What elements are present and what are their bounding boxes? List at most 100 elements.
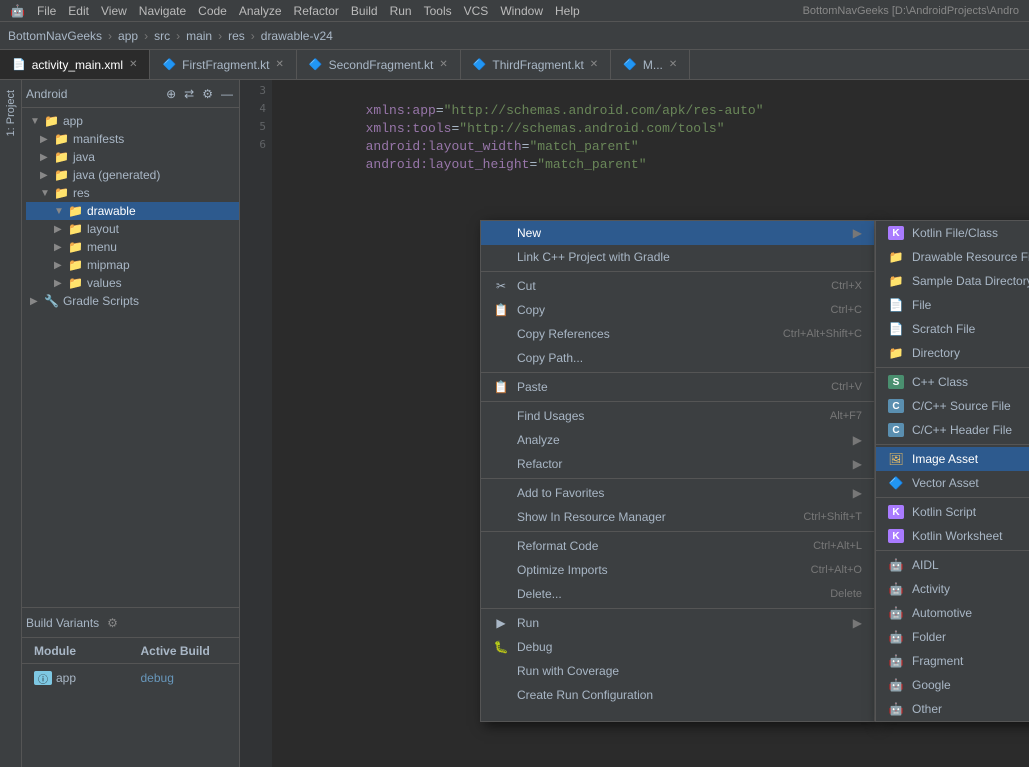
submenu-sample-data[interactable]: 📁 Sample Data Directory xyxy=(876,269,1029,293)
tree-item-app[interactable]: ▼ 📁 app xyxy=(26,112,239,130)
menu-item-find-usages[interactable]: Find Usages Alt+F7 xyxy=(481,404,874,428)
menu-item-debug[interactable]: 🐛 Debug xyxy=(481,635,874,659)
external-link-icon[interactable]: ⊕ xyxy=(164,85,178,103)
submenu-cpp-class[interactable]: S C++ Class xyxy=(876,370,1029,394)
submenu-other[interactable]: 🤖 Other xyxy=(876,697,1029,721)
menu-item-refactor[interactable]: Refactor ▶ xyxy=(481,452,874,476)
menu-item-add-favorites[interactable]: Add to Favorites ▶ xyxy=(481,481,874,505)
submenu-kotlin-file-label: Kotlin File/Class xyxy=(912,226,1029,240)
submenu-activity[interactable]: 🤖 Activity ▶ xyxy=(876,577,1029,601)
tree-item-java[interactable]: ▶ 📁 java xyxy=(26,148,239,166)
tab-close-3[interactable]: ✕ xyxy=(590,59,598,70)
project-tree: ▼ 📁 app ▶ 📁 manifests ▶ 📁 java ▶ 📁 java … xyxy=(0,108,239,607)
submenu-kotlin-worksheet[interactable]: K Kotlin Worksheet xyxy=(876,524,1029,548)
tab-more[interactable]: 🔷 M... ✕ xyxy=(611,50,690,79)
menu-tools[interactable]: Tools xyxy=(418,0,458,21)
submenu-scratch-file[interactable]: 📄 Scratch File Ctrl+Alt+Shift+Insert xyxy=(876,317,1029,341)
menu-vcs[interactable]: VCS xyxy=(458,0,495,21)
tab-first-fragment[interactable]: 🔷 FirstFragment.kt ✕ xyxy=(150,50,296,79)
submenu-cpp-header[interactable]: C C/C++ Header File xyxy=(876,418,1029,442)
sync-icon[interactable]: ⇄ xyxy=(182,85,196,103)
main-area: 1: Project Android ⊕ ⇄ ⚙ — ▼ 📁 app ▶ 📁 m… xyxy=(0,80,1029,767)
submenu-drawable-res[interactable]: 📁 Drawable Resource File xyxy=(876,245,1029,269)
tab-close-4[interactable]: ✕ xyxy=(669,59,677,70)
tree-item-manifests[interactable]: ▶ 📁 manifests xyxy=(26,130,239,148)
breadcrumb-item-0[interactable]: BottomNavGeeks xyxy=(8,29,102,43)
menu-item-reformat[interactable]: Reformat Code Ctrl+Alt+L xyxy=(481,534,874,558)
tree-item-layout[interactable]: ▶ 📁 layout xyxy=(26,220,239,238)
breadcrumb-sep-0: › xyxy=(108,29,112,43)
menu-refactor[interactable]: Refactor xyxy=(288,0,345,21)
breadcrumb-item-5[interactable]: drawable-v24 xyxy=(261,29,333,43)
breadcrumb-item-4[interactable]: res xyxy=(228,29,245,43)
breadcrumb-item-2[interactable]: src xyxy=(154,29,170,43)
menu-item-run[interactable]: ▶ Run ▶ xyxy=(481,611,874,635)
tree-item-drawable[interactable]: ▼ 📁 drawable xyxy=(26,202,239,220)
tree-item-res[interactable]: ▼ 📁 res xyxy=(26,184,239,202)
tree-item-gradle[interactable]: ▶ 🔧 Gradle Scripts xyxy=(26,292,239,310)
submenu-image-asset[interactable]: 🖼 Image Asset xyxy=(876,447,1029,471)
breadcrumb-item-3[interactable]: main xyxy=(186,29,212,43)
menu-help[interactable]: Help xyxy=(549,0,586,21)
submenu-google[interactable]: 🤖 Google ▶ xyxy=(876,673,1029,697)
submenu-cpp-source[interactable]: C C/C++ Source File xyxy=(876,394,1029,418)
menu-item-show-resource-mgr[interactable]: Show In Resource Manager Ctrl+Shift+T xyxy=(481,505,874,529)
menu-item-analyze-label: Analyze xyxy=(517,433,845,447)
menu-file[interactable]: File xyxy=(31,0,62,21)
menu-view[interactable]: View xyxy=(95,0,133,21)
tab-close-2[interactable]: ✕ xyxy=(439,59,447,70)
menu-build[interactable]: Build xyxy=(345,0,384,21)
menu-run[interactable]: Run xyxy=(384,0,418,21)
menu-analyze[interactable]: Analyze xyxy=(233,0,288,21)
menu-item-delete[interactable]: Delete... Delete xyxy=(481,582,874,606)
menu-item-link-cpp[interactable]: Link C++ Project with Gradle xyxy=(481,245,874,269)
menu-code[interactable]: Code xyxy=(192,0,233,21)
submenu-fragment[interactable]: 🤖 Fragment ▶ xyxy=(876,649,1029,673)
submenu-file[interactable]: 📄 File xyxy=(876,293,1029,317)
menu-item-create-run-config[interactable]: Create Run Configuration xyxy=(481,683,874,707)
folder-submenu-icon: 🤖 xyxy=(888,629,904,645)
menu-item-analyze[interactable]: Analyze ▶ xyxy=(481,428,874,452)
tree-item-mipmap[interactable]: ▶ 📁 mipmap xyxy=(26,256,239,274)
settings-icon[interactable]: ⚙ xyxy=(200,85,215,103)
submenu-folder[interactable]: 🤖 Folder ▶ xyxy=(876,625,1029,649)
tree-arrow-app: ▼ xyxy=(30,116,40,127)
bv-cell-build-0[interactable]: debug xyxy=(133,671,240,685)
menu-item-run-coverage[interactable]: Run with Coverage xyxy=(481,659,874,683)
menu-window[interactable]: Window xyxy=(494,0,549,21)
tab-second-fragment[interactable]: 🔷 SecondFragment.kt ✕ xyxy=(297,50,461,79)
refactor-icon xyxy=(493,456,509,472)
submenu-kotlin-script[interactable]: K Kotlin Script xyxy=(876,500,1029,524)
menu-item-new[interactable]: New ▶ xyxy=(481,221,874,245)
tab-close-0[interactable]: ✕ xyxy=(129,59,137,70)
tree-item-java-generated[interactable]: ▶ 📁 java (generated) xyxy=(26,166,239,184)
submenu-automotive[interactable]: 🤖 Automotive ▶ xyxy=(876,601,1029,625)
breadcrumb-sep-3: › xyxy=(218,29,222,43)
collapse-icon[interactable]: — xyxy=(219,85,235,103)
menu-item-paste[interactable]: 📋 Paste Ctrl+V xyxy=(481,375,874,399)
tab-third-fragment[interactable]: 🔷 ThirdFragment.kt ✕ xyxy=(461,50,611,79)
tab-activity-main[interactable]: 📄 activity_main.xml ✕ xyxy=(0,50,150,79)
breadcrumb-item-1[interactable]: app xyxy=(118,29,138,43)
submenu-aidl[interactable]: 🤖 AIDL ▶ xyxy=(876,553,1029,577)
side-tab-project[interactable]: 1: Project xyxy=(2,84,20,142)
menu-navigate[interactable]: Navigate xyxy=(133,0,192,21)
submenu-kotlin-file[interactable]: K Kotlin File/Class xyxy=(876,221,1029,245)
editor-content[interactable]: xmlns:app="http://schemas.android.com/ap… xyxy=(272,84,1029,156)
menu-item-copy[interactable]: 📋 Copy Ctrl+C xyxy=(481,298,874,322)
menu-item-cut[interactable]: ✂ Cut Ctrl+X xyxy=(481,274,874,298)
menu-item-copy-references[interactable]: Copy References Ctrl+Alt+Shift+C xyxy=(481,322,874,346)
build-variants-gear[interactable]: ⚙ xyxy=(107,616,118,630)
cpp-header-icon: C xyxy=(888,423,904,437)
menu-item-optimize-imports[interactable]: Optimize Imports Ctrl+Alt+O xyxy=(481,558,874,582)
tree-label-menu: menu xyxy=(87,240,117,254)
tree-item-menu[interactable]: ▶ 📁 menu xyxy=(26,238,239,256)
submenu-directory[interactable]: 📁 Directory xyxy=(876,341,1029,365)
menu-item-copy-path[interactable]: Copy Path... xyxy=(481,346,874,370)
menu-app-icon[interactable]: 🤖 xyxy=(4,0,31,21)
tree-arrow-menu: ▶ xyxy=(54,242,64,253)
menu-edit[interactable]: Edit xyxy=(62,0,95,21)
tab-close-1[interactable]: ✕ xyxy=(276,59,284,70)
tree-item-values[interactable]: ▶ 📁 values xyxy=(26,274,239,292)
submenu-vector-asset[interactable]: 🔷 Vector Asset xyxy=(876,471,1029,495)
